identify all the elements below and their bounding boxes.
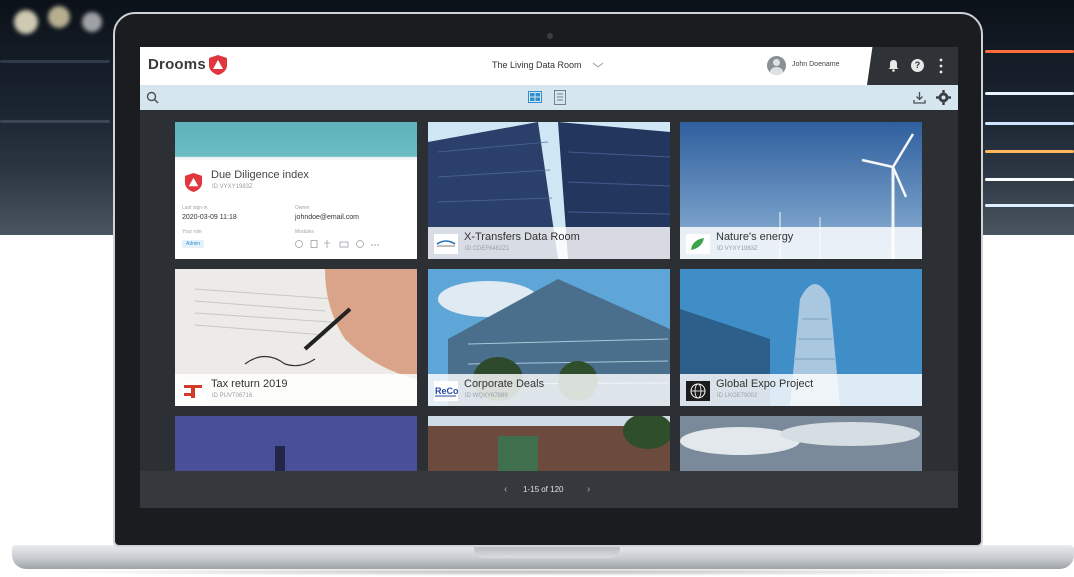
brick-building-photo bbox=[428, 416, 670, 472]
room-name: X-Transfers Data Room bbox=[464, 231, 580, 243]
tax-logo-icon bbox=[181, 381, 205, 401]
brand-logo-text: Drooms bbox=[148, 56, 206, 73]
data-room-card[interactable]: ReCo Corporate Deals ID WQXY67889 bbox=[428, 269, 670, 406]
room-label-bar: Nature's energy ID VYXY1983Z bbox=[680, 227, 922, 259]
globe-logo-icon bbox=[686, 381, 710, 401]
drooms-shield-icon bbox=[184, 173, 203, 192]
room-id: ID PUVT06716 bbox=[212, 393, 253, 399]
data-room-card[interactable] bbox=[680, 416, 922, 472]
room-id: ID VYXY1983Z bbox=[717, 246, 758, 252]
role-label: Your role bbox=[182, 229, 202, 235]
room-label-bar: Global Expo Project ID LKOE79002 bbox=[680, 374, 922, 406]
index-title: Due Diligence index bbox=[211, 169, 309, 181]
laptop-shadow bbox=[40, 568, 1040, 576]
dusk-city-photo bbox=[175, 416, 417, 472]
laptop-camera bbox=[547, 33, 553, 39]
next-page-button[interactable]: › bbox=[587, 484, 590, 495]
data-room-selector[interactable]: The Living Data Room bbox=[492, 60, 582, 70]
app-screen: Drooms The Living Data Room John Doename… bbox=[140, 47, 958, 508]
room-label-bar: ReCo Corporate Deals ID WQXY67889 bbox=[428, 374, 670, 406]
bell-icon[interactable] bbox=[887, 59, 900, 72]
modules-label: Modules bbox=[295, 229, 314, 235]
user-name[interactable]: John Doename bbox=[792, 61, 839, 68]
owner-label: Owner bbox=[295, 205, 310, 211]
leaf-logo-icon bbox=[686, 234, 710, 254]
due-diligence-index-card[interactable]: Due Diligence index ID VYXY1983Z Last si… bbox=[175, 122, 417, 259]
list-view-icon[interactable] bbox=[554, 90, 566, 105]
data-room-card[interactable]: X-Transfers Data Room ID CDEF6482Z1 bbox=[428, 122, 670, 259]
drooms-shield-icon bbox=[209, 55, 227, 75]
data-room-card[interactable]: Global Expo Project ID LKOE79002 bbox=[680, 269, 922, 406]
help-icon[interactable]: ? bbox=[911, 59, 924, 72]
owner-value: johndoe@email.com bbox=[295, 214, 359, 221]
pagination-range: 1-15 of 120 bbox=[523, 485, 564, 494]
room-name: Tax return 2019 bbox=[211, 378, 288, 390]
room-id: ID WQXY67889 bbox=[465, 393, 508, 399]
module-icons bbox=[295, 240, 379, 248]
search-icon[interactable] bbox=[146, 91, 159, 104]
room-name: Corporate Deals bbox=[464, 378, 545, 390]
room-id: ID CDEF6482Z1 bbox=[465, 246, 510, 252]
x-transfers-logo-icon bbox=[434, 234, 458, 254]
room-label-bar: Tax return 2019 ID PUVT06716 bbox=[175, 374, 417, 406]
svg-text:ReCo: ReCo bbox=[435, 386, 458, 396]
room-label-bar: X-Transfers Data Room ID CDEF6482Z1 bbox=[428, 227, 670, 259]
toolbar bbox=[140, 85, 958, 110]
avatar[interactable] bbox=[767, 56, 786, 75]
settings-icon[interactable] bbox=[936, 90, 951, 105]
download-icon[interactable] bbox=[913, 91, 926, 104]
reco-logo-icon: ReCo bbox=[434, 381, 458, 401]
data-room-grid: Due Diligence index ID VYXY1983Z Last si… bbox=[175, 122, 925, 472]
clouds-photo bbox=[680, 416, 922, 472]
grid-view-icon[interactable] bbox=[528, 91, 542, 103]
data-room-card[interactable]: Tax return 2019 ID PUVT06716 bbox=[175, 269, 417, 406]
room-name: Nature's energy bbox=[716, 231, 794, 243]
chevron-down-icon[interactable] bbox=[592, 60, 604, 70]
data-room-card[interactable]: Nature's energy ID VYXY1983Z bbox=[680, 122, 922, 259]
room-id: ID LKOE79002 bbox=[717, 393, 758, 399]
laptop-notch bbox=[474, 546, 620, 558]
data-room-card[interactable] bbox=[175, 416, 417, 472]
last-sign-in-value: 2020-03-09 11:18 bbox=[182, 214, 237, 221]
room-name: Global Expo Project bbox=[716, 378, 814, 390]
pagination-bar: ‹ 1-15 of 120 › bbox=[140, 471, 958, 508]
previous-page-button[interactable]: ‹ bbox=[504, 484, 507, 495]
data-room-card[interactable] bbox=[428, 416, 670, 472]
top-bar: Drooms The Living Data Room John Doename… bbox=[140, 47, 958, 85]
index-id: ID VYXY1983Z bbox=[212, 184, 253, 190]
role-badge: Admin bbox=[182, 240, 205, 248]
kebab-menu-icon[interactable] bbox=[939, 58, 943, 74]
last-sign-in-label: Last sign-in bbox=[182, 205, 208, 211]
